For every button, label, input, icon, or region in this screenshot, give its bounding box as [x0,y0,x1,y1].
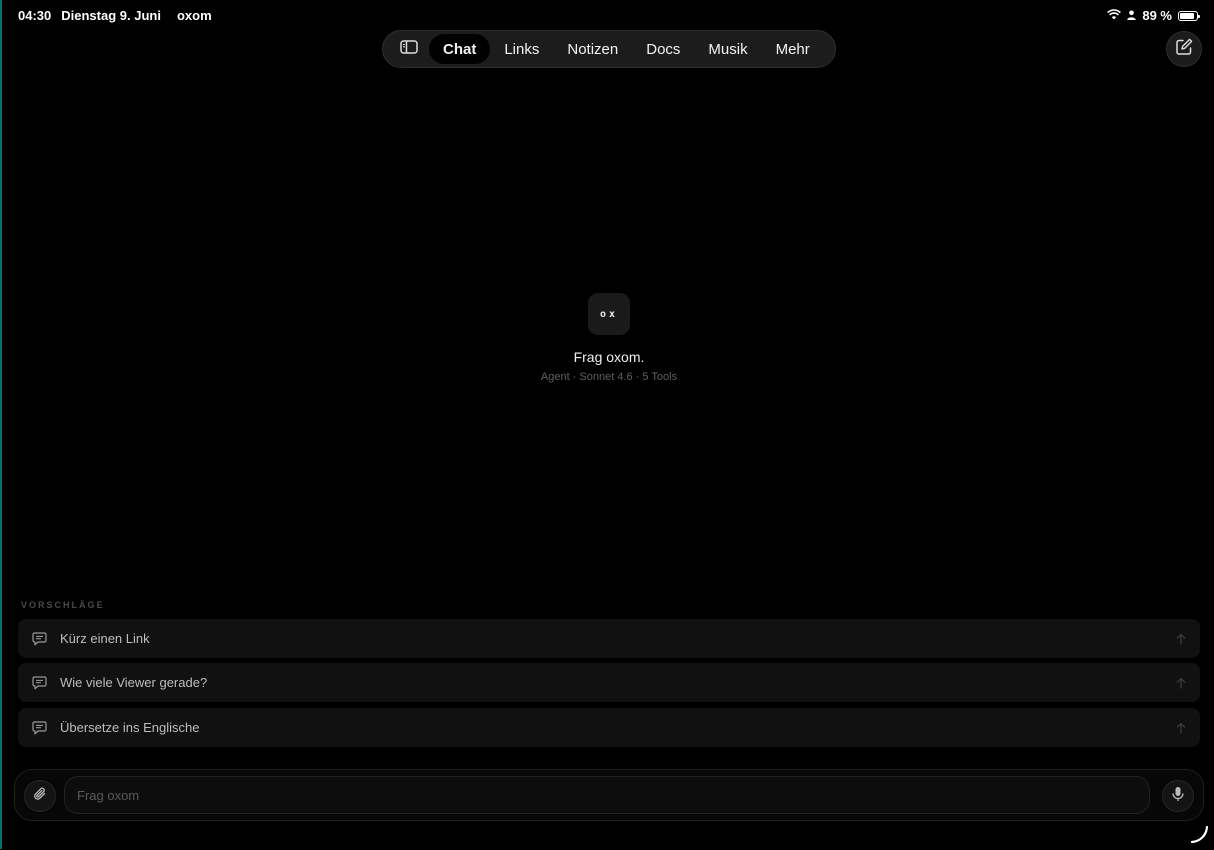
message-icon [32,631,48,647]
tab-musik[interactable]: Musik [694,34,761,64]
arrow-up-icon [1176,722,1186,734]
wifi-icon [1107,8,1122,23]
person-icon [1127,8,1137,23]
status-time: 04:30 [18,8,52,23]
microphone-icon [1172,786,1184,807]
tab-mehr[interactable]: Mehr [762,34,824,64]
status-carrier: oxom [176,8,212,23]
battery-percent: 89 % [1142,8,1172,23]
suggestions-label: VORSCHLÄGE [21,600,105,610]
hero-subtitle: Agent · Sonnet 4.6 · 5 Tools [540,371,678,383]
tab-links[interactable]: Links [490,34,553,64]
battery-icon [1178,10,1200,21]
tab-docs[interactable]: Docs [632,34,694,64]
sidebar-icon [400,39,418,59]
message-input[interactable] [64,776,1150,814]
arrow-up-icon [1176,677,1186,689]
app-frame: 04:30 Dienstag 9. Juni oxom 89 % Chat Li… [0,0,1214,849]
app-logo: ox [588,293,630,335]
suggestion-text: Kürz einen Link [60,631,150,646]
voice-button[interactable] [1162,780,1194,812]
suggestion-text: Übersetze ins Englische [60,720,200,735]
sidebar-toggle-button[interactable] [389,34,429,64]
status-bar: 04:30 Dienstag 9. Juni oxom 89 % [18,8,1200,24]
suggestion-item[interactable]: Kürz einen Link [18,619,1200,658]
attach-button[interactable] [24,780,56,812]
message-icon [32,675,48,691]
message-composer [14,769,1204,821]
suggestion-item[interactable]: Übersetze ins Englische [18,708,1200,747]
hero-title: Frag oxom. [573,349,645,365]
suggestion-text: Wie viele Viewer gerade? [60,675,208,690]
paperclip-icon [33,786,47,807]
resize-handle-icon[interactable] [1190,825,1210,845]
suggestion-item[interactable]: Wie viele Viewer gerade? [18,663,1200,702]
compose-icon [1175,38,1193,61]
tab-chat[interactable]: Chat [429,34,491,64]
top-nav: Chat Links Notizen Docs Musik Mehr [382,30,836,68]
message-icon [32,720,48,736]
tab-notizen[interactable]: Notizen [553,34,632,64]
status-date: Dienstag 9. Juni [61,8,161,23]
new-chat-button[interactable] [1166,31,1202,67]
arrow-up-icon [1176,633,1186,645]
